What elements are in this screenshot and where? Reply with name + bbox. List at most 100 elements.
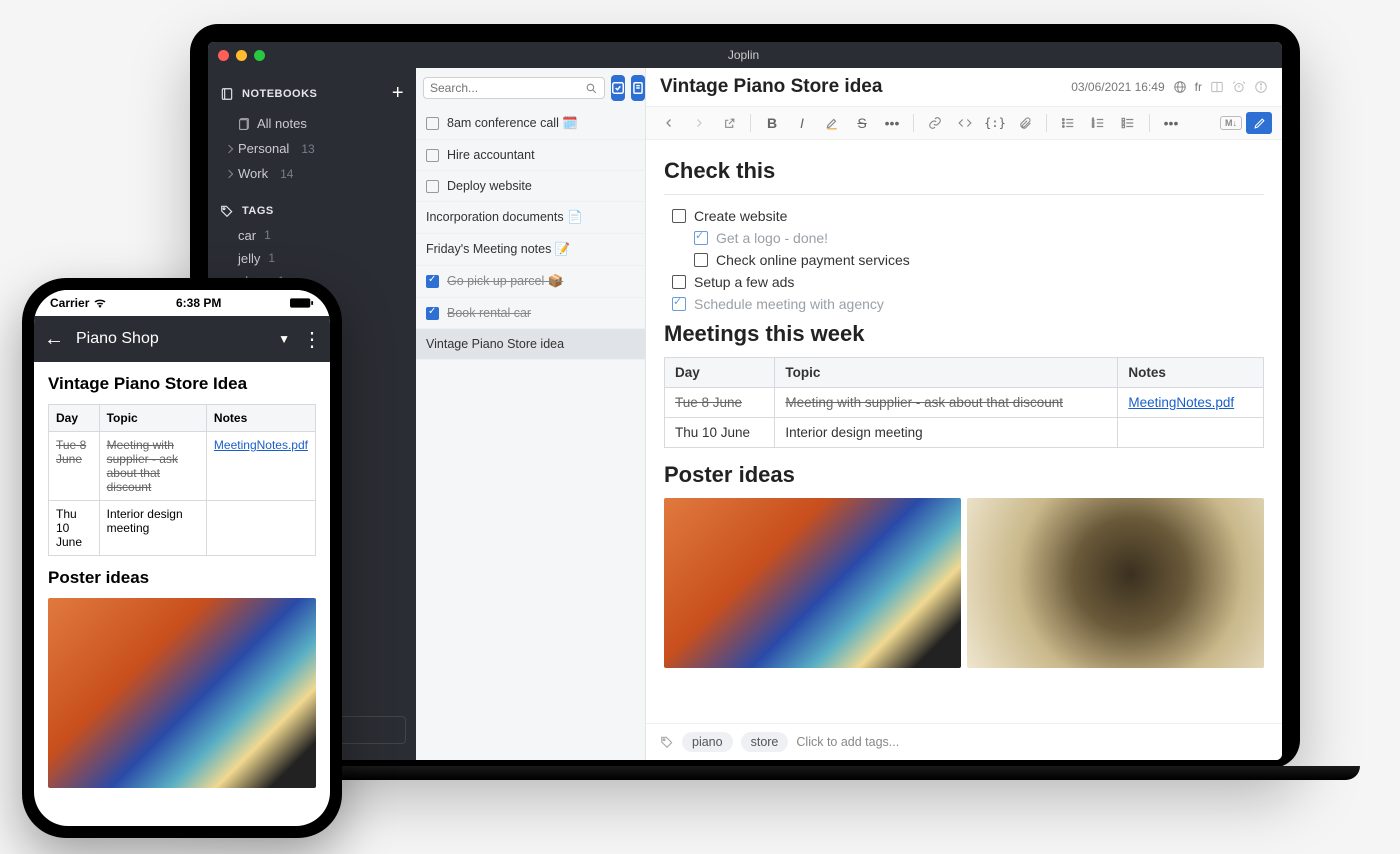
- phone-notes-link[interactable]: MeetingNotes.pdf: [214, 438, 308, 452]
- note-list-label: Deploy website: [447, 179, 532, 193]
- phone-note-title: Vintage Piano Store Idea: [48, 374, 316, 394]
- close-icon[interactable]: [218, 50, 229, 61]
- markdown-badge[interactable]: M↓: [1220, 116, 1242, 130]
- notebooks-header[interactable]: NOTEBOOKS +: [208, 76, 416, 111]
- note-list: 8am conference call 🗓️ Hire accountant Dep…: [416, 68, 646, 760]
- note-title[interactable]: Vintage Piano Store idea: [660, 76, 1061, 98]
- heading-check: Check this: [664, 158, 1264, 184]
- attach-button[interactable]: [1012, 111, 1038, 135]
- layout-icon[interactable]: [1210, 80, 1224, 94]
- laptop-frame: Joplin NOTEBOOKS + All notes Personal 13: [190, 24, 1300, 768]
- wifi-icon: [93, 298, 107, 308]
- back-button[interactable]: [656, 111, 682, 135]
- checkbox-icon[interactable]: [672, 209, 686, 223]
- traffic-lights[interactable]: [218, 50, 265, 61]
- note-list-item[interactable]: Book rental car: [416, 298, 645, 329]
- more-menu-button[interactable]: ⋮: [302, 327, 320, 352]
- status-bar: Carrier 6:38 PM: [34, 290, 330, 316]
- checkbox-icon[interactable]: [426, 275, 439, 288]
- more-button[interactable]: •••: [1158, 111, 1184, 135]
- note-list-label: Go pick up parcel 📦: [447, 274, 563, 289]
- meeting-notes-link[interactable]: MeetingNotes.pdf: [1128, 395, 1234, 410]
- battery-icon: [290, 297, 314, 309]
- add-tag-placeholder[interactable]: Click to add tags...: [796, 735, 899, 749]
- clock: 6:38 PM: [176, 296, 221, 310]
- checkbox-icon[interactable]: [694, 231, 708, 245]
- italic-button[interactable]: I: [789, 111, 815, 135]
- dropdown-icon[interactable]: ▼: [278, 332, 290, 346]
- checkbox-icon[interactable]: [426, 180, 439, 193]
- globe-icon[interactable]: [1173, 80, 1187, 94]
- editor-body[interactable]: Check this Create website Get a logo - d…: [646, 140, 1282, 723]
- highlight-button[interactable]: [819, 111, 845, 135]
- notebook-icon: [220, 87, 234, 101]
- bullet-list-button[interactable]: [1055, 111, 1081, 135]
- phone-nav: ← Piano Shop ▼ ⋮: [34, 316, 330, 362]
- note-list-item[interactable]: 8am conference call 🗓️: [416, 108, 645, 140]
- all-notes-item[interactable]: All notes: [208, 111, 416, 136]
- tag-pill-store[interactable]: store: [741, 732, 789, 752]
- checkbox-icon[interactable]: [426, 307, 439, 320]
- tag-bar[interactable]: piano store Click to add tags...: [646, 723, 1282, 760]
- poster-image-piano: [664, 498, 961, 668]
- checkbox-icon[interactable]: [672, 275, 686, 289]
- check-item[interactable]: Get a logo - done!: [686, 227, 1264, 249]
- new-todo-button[interactable]: [611, 75, 625, 101]
- bold-button[interactable]: B: [759, 111, 785, 135]
- note-list-item[interactable]: Deploy website: [416, 171, 645, 202]
- note-list-label: Book rental car: [447, 306, 531, 320]
- note-list-item[interactable]: Incorporation documents 📄: [416, 202, 645, 234]
- checkbox-icon[interactable]: [694, 253, 708, 267]
- info-icon[interactable]: [1254, 80, 1268, 94]
- note-list-item[interactable]: Go pick up parcel 📦: [416, 266, 645, 298]
- checkbox-icon[interactable]: [426, 117, 439, 130]
- note-list-label: Vintage Piano Store idea: [426, 337, 564, 351]
- note-list-label: Hire accountant: [447, 148, 535, 162]
- tag-icon: [660, 735, 674, 749]
- poster-image-turntable: [967, 498, 1264, 668]
- minimize-icon[interactable]: [236, 50, 247, 61]
- check-item[interactable]: Create website: [664, 205, 1264, 227]
- note-list-item[interactable]: Hire accountant: [416, 140, 645, 171]
- number-list-button[interactable]: 123: [1085, 111, 1111, 135]
- check-item[interactable]: Schedule meeting with agency: [664, 293, 1264, 315]
- check-list-button[interactable]: [1115, 111, 1141, 135]
- checkbox-icon[interactable]: [672, 297, 686, 311]
- alarm-icon[interactable]: [1232, 80, 1246, 94]
- nav-title: Piano Shop: [76, 330, 266, 348]
- svg-text:3: 3: [1092, 125, 1094, 129]
- phone-screen: Carrier 6:38 PM ← Piano Shop ▼ ⋮ Vintage…: [34, 290, 330, 826]
- forward-button[interactable]: [686, 111, 712, 135]
- search-field[interactable]: [430, 81, 585, 95]
- maximize-icon[interactable]: [254, 50, 265, 61]
- note-list-item[interactable]: Vintage Piano Store idea: [416, 329, 645, 360]
- chevron-right-icon: [225, 169, 233, 177]
- note-list-item[interactable]: Friday's Meeting notes 📝: [416, 234, 645, 266]
- notebook-work[interactable]: Work 14: [208, 161, 416, 186]
- note-list-label: Incorporation documents 📄: [426, 210, 583, 225]
- code-button[interactable]: [952, 111, 978, 135]
- check-item[interactable]: Setup a few ads: [664, 271, 1264, 293]
- phone-body[interactable]: Vintage Piano Store Idea DayTopicNotes T…: [34, 362, 330, 826]
- checkbox-icon[interactable]: [426, 149, 439, 162]
- tag-jelly[interactable]: jelly1: [208, 247, 416, 270]
- search-input[interactable]: [423, 77, 605, 99]
- new-note-button[interactable]: [631, 75, 645, 101]
- strike-button[interactable]: S: [849, 111, 875, 135]
- check-item[interactable]: Check online payment services: [686, 249, 1264, 271]
- note-list-label: 8am conference call 🗓️: [447, 116, 578, 131]
- heading-posters: Poster ideas: [664, 462, 1264, 488]
- external-link-button[interactable]: [716, 111, 742, 135]
- tags-header[interactable]: TAGS: [208, 198, 416, 224]
- tag-pill-piano[interactable]: piano: [682, 732, 733, 752]
- notebook-personal[interactable]: Personal 13: [208, 136, 416, 161]
- codeblock-button[interactable]: {:}: [982, 111, 1008, 135]
- add-notebook-button[interactable]: +: [392, 82, 404, 105]
- more-format-button[interactable]: •••: [879, 111, 905, 135]
- phone-frame: Carrier 6:38 PM ← Piano Shop ▼ ⋮ Vintage…: [22, 278, 342, 838]
- back-button[interactable]: ←: [44, 328, 64, 351]
- edit-toggle-button[interactable]: [1246, 112, 1272, 134]
- tag-car[interactable]: car1: [208, 224, 416, 247]
- note-list-label: Friday's Meeting notes 📝: [426, 242, 570, 257]
- link-button[interactable]: [922, 111, 948, 135]
